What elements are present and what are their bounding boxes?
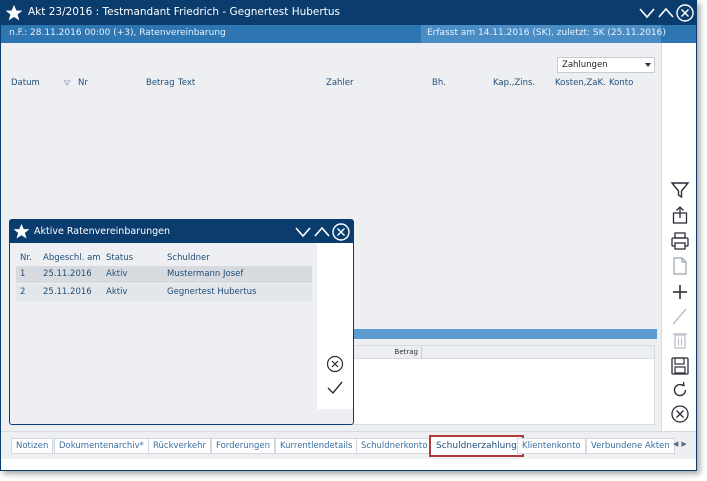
column-header-zahler[interactable]: Zahler <box>326 78 354 88</box>
row-debtor: Gegnertest Hubertus <box>167 287 257 297</box>
detail-grid: Betrag <box>351 345 655 425</box>
dialog-maximize-chevron-icon[interactable] <box>313 223 331 241</box>
export-icon[interactable] <box>670 205 690 225</box>
tab-schuldnerkonto[interactable]: Schuldnerkonto <box>356 438 433 454</box>
dialog-close-icon[interactable] <box>332 223 350 241</box>
window-title: Akt 23/2016 : Testmandant Friedrich - Ge… <box>28 6 340 18</box>
next-deadline-info: n.F.: 28.11.2016 00:00 (+3), Ratenverein… <box>9 28 226 38</box>
dialog-column-abgeschlossen[interactable]: Abgeschl. am <box>43 253 101 263</box>
tab-klientenkonto[interactable]: Klientenkonto <box>517 438 586 454</box>
tab-forderungen[interactable]: Forderungen <box>211 438 276 454</box>
delete-icon[interactable] <box>670 330 690 350</box>
row-status: Aktiv <box>106 287 128 297</box>
dialog-action-bar <box>317 243 353 409</box>
tab-rueckverkehr[interactable]: Rückverkehr <box>148 438 211 454</box>
tab-notizen[interactable]: Notizen <box>11 438 54 454</box>
column-header-text[interactable]: Text <box>178 78 195 88</box>
column-header-kosten-zak[interactable]: Kosten,ZaK. <box>555 78 606 88</box>
refresh-icon[interactable] <box>670 380 690 400</box>
view-filter-value: Zahlungen <box>562 60 608 70</box>
tab-kurrentlendetails[interactable]: Kurrentlendetails <box>275 438 358 454</box>
dialog-column-status[interactable]: Status <box>106 253 133 263</box>
tab-verbundene-akten[interactable]: Verbundene Akten <box>586 438 675 454</box>
row-debtor: Mustermann Josef <box>167 269 244 279</box>
column-header-kap-zins[interactable]: Kap.,Zins. <box>493 78 535 88</box>
dropdown-arrow-icon <box>645 63 651 67</box>
row-nr: 2 <box>20 287 26 297</box>
row-nr: 1 <box>20 269 26 279</box>
edit-icon[interactable] <box>670 306 690 326</box>
dialog-minimize-chevron-icon[interactable] <box>294 223 312 241</box>
dialog-cancel-icon[interactable] <box>326 355 344 373</box>
detail-grid-header: Betrag <box>352 346 654 359</box>
column-header-bh[interactable]: Bh. <box>432 78 446 88</box>
close-icon[interactable] <box>670 404 690 424</box>
action-toolbar <box>661 43 696 431</box>
new-document-icon[interactable] <box>670 256 690 276</box>
maximize-chevron-icon[interactable] <box>657 4 675 22</box>
save-icon[interactable] <box>670 356 690 376</box>
close-window-icon[interactable] <box>676 4 694 22</box>
star-icon <box>5 4 23 21</box>
tab-dokumentenarchiv[interactable]: Dokumentenarchiv* <box>54 438 149 454</box>
filter-icon[interactable] <box>670 180 690 200</box>
record-info: Erfasst am 14.11.2016 (SK), zuletzt: SK … <box>421 25 666 43</box>
column-header-konto[interactable]: Konto <box>609 78 633 88</box>
row-date: 25.11.2016 <box>43 287 92 297</box>
tab-bar: Notizen Dokumentenarchiv* Rückverkehr Fo… <box>1 431 696 459</box>
view-filter-select[interactable]: Zahlungen <box>557 57 655 73</box>
dialog-title: Aktive Ratenvereinbarungen <box>34 226 171 237</box>
row-date: 25.11.2016 <box>43 269 92 279</box>
table-row[interactable]: 2 25.11.2016 Aktiv Gegnertest Hubertus <box>16 284 312 301</box>
dialog-column-schuldner[interactable]: Schuldner <box>167 253 210 263</box>
info-bar: n.F.: 28.11.2016 00:00 (+3), Ratenverein… <box>1 25 696 43</box>
active-installment-agreements-dialog: Aktive Ratenvereinbarungen Nr. Abgeschl.… <box>9 219 354 425</box>
table-row[interactable]: 1 25.11.2016 Aktiv Mustermann Josef <box>16 266 312 283</box>
horizontal-scrollbar[interactable] <box>351 329 657 339</box>
detail-column-betrag[interactable]: Betrag <box>352 346 422 359</box>
title-bar: Akt 23/2016 : Testmandant Friedrich - Ge… <box>1 1 696 25</box>
column-header-nr[interactable]: Nr <box>78 78 88 88</box>
dialog-confirm-check-icon[interactable] <box>326 379 344 397</box>
minimize-chevron-icon[interactable] <box>638 4 656 22</box>
dialog-star-icon <box>13 223 30 239</box>
tab-scroll-arrows-icon[interactable]: ◀▶ <box>673 440 690 448</box>
row-status: Aktiv <box>106 269 128 279</box>
column-header-datum[interactable]: Datum <box>11 78 40 88</box>
column-header-betrag[interactable]: Betrag <box>146 78 175 88</box>
dialog-title-bar: Aktive Ratenvereinbarungen <box>10 220 353 243</box>
print-icon[interactable] <box>670 231 690 251</box>
main-window: Akt 23/2016 : Testmandant Friedrich - Ge… <box>0 0 697 471</box>
sort-indicator-icon <box>64 80 70 86</box>
dialog-column-nr[interactable]: Nr. <box>20 253 32 263</box>
tab-schuldnerzahlung[interactable]: Schuldnerzahlung <box>429 435 524 457</box>
add-icon[interactable] <box>670 282 690 302</box>
